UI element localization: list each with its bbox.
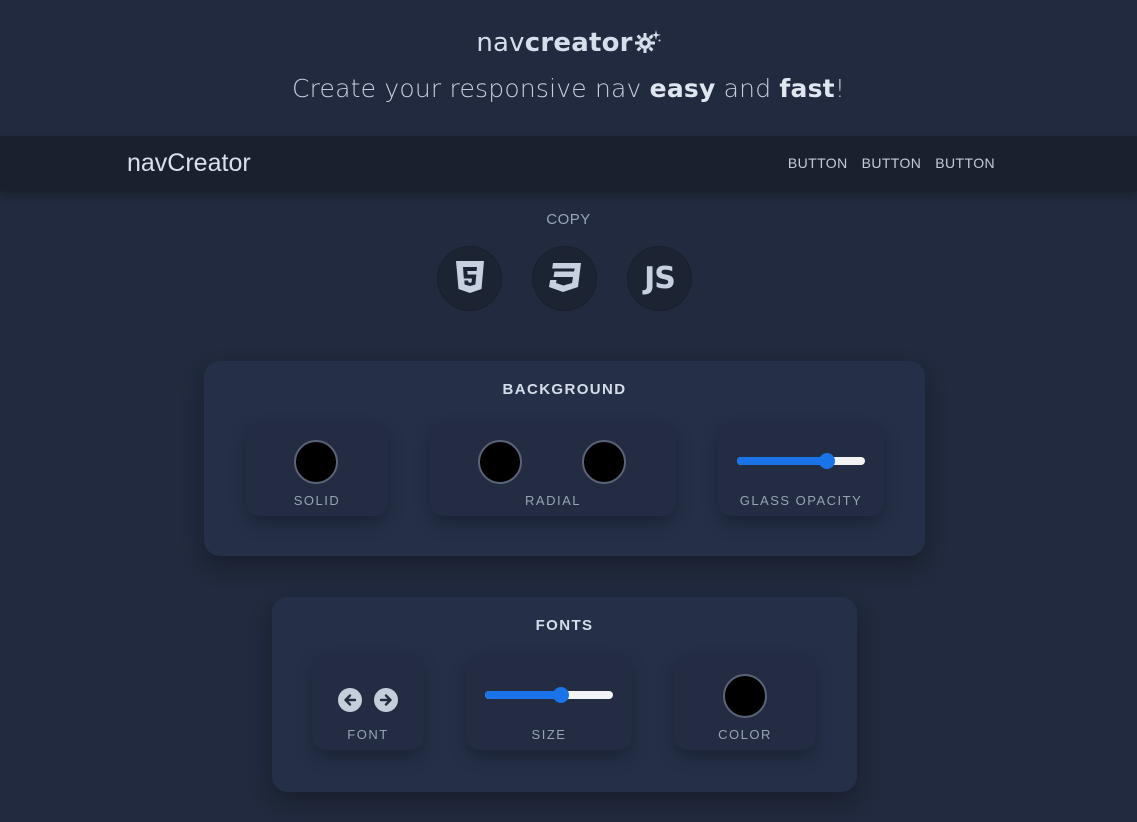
arrow-right-icon[interactable]: [374, 688, 398, 712]
copy-html-button[interactable]: [437, 246, 502, 311]
slider-fill: [737, 457, 827, 465]
font-size-slider[interactable]: [485, 685, 613, 705]
font-card: FONT: [312, 654, 424, 750]
font-label: FONT: [347, 727, 389, 742]
background-panel: BACKGROUND SOLID RADIAL GLASS OPACITY: [204, 361, 925, 556]
color-card: COLOR: [674, 654, 816, 750]
slider-fill: [485, 691, 561, 699]
tagline-part-2: and: [715, 74, 780, 103]
font-color-swatch[interactable]: [723, 674, 767, 718]
preview-navbar: navCreator BUTTON BUTTON BUTTON: [0, 136, 1137, 191]
radial-color-2-swatch[interactable]: [582, 440, 626, 484]
fonts-panel: FONTS FONT SIZE COLOR: [272, 597, 857, 792]
solid-card: SOLID: [246, 422, 388, 516]
fonts-panel-title: FONTS: [535, 617, 594, 634]
slider-thumb[interactable]: [818, 453, 835, 469]
app-logo: navcreator: [0, 28, 1137, 60]
copy-css-button[interactable]: [532, 246, 597, 311]
radial-color-1-swatch[interactable]: [478, 440, 522, 484]
brand-light-text: nav: [476, 28, 525, 58]
radial-card: RADIAL: [430, 422, 676, 516]
gear-sparkle-icon: [634, 29, 661, 60]
preview-nav-logo[interactable]: navCreator: [127, 149, 251, 178]
tagline-fast: fast: [779, 74, 835, 103]
glass-opacity-slider[interactable]: [737, 451, 865, 471]
size-label: SIZE: [531, 727, 567, 742]
preview-nav-button-1[interactable]: BUTTON: [788, 155, 848, 171]
glass-opacity-label: GLASS OPACITY: [739, 493, 863, 508]
tagline: Create your responsive nav easy and fast…: [0, 74, 1137, 103]
background-panel-title: BACKGROUND: [502, 381, 627, 398]
slider-thumb[interactable]: [552, 687, 569, 703]
size-card: SIZE: [466, 654, 632, 750]
tagline-easy: easy: [649, 74, 716, 103]
preview-nav-buttons: BUTTON BUTTON BUTTON: [788, 155, 995, 171]
tagline-part-3: !: [834, 74, 846, 103]
copy-js-button[interactable]: JS: [627, 246, 692, 311]
preview-nav-button-3[interactable]: BUTTON: [935, 155, 995, 171]
arrow-left-icon[interactable]: [338, 688, 362, 712]
hero-header: navcreator Create your responsive nav ea…: [0, 0, 1137, 136]
js-icon: JS: [644, 261, 676, 296]
css3-icon: [548, 262, 582, 296]
brand-bold-text: creator: [524, 28, 633, 58]
html5-icon: [455, 260, 484, 297]
tagline-part-1: Create your responsive nav: [291, 74, 650, 103]
copy-label: COPY: [546, 211, 591, 228]
color-label: COLOR: [718, 727, 772, 742]
radial-label: RADIAL: [525, 493, 581, 508]
copy-buttons: JS: [437, 246, 692, 311]
preview-nav-button-2[interactable]: BUTTON: [862, 155, 922, 171]
solid-color-swatch[interactable]: [294, 440, 338, 484]
glass-opacity-card: GLASS OPACITY: [718, 422, 884, 516]
solid-label: SOLID: [293, 493, 341, 508]
